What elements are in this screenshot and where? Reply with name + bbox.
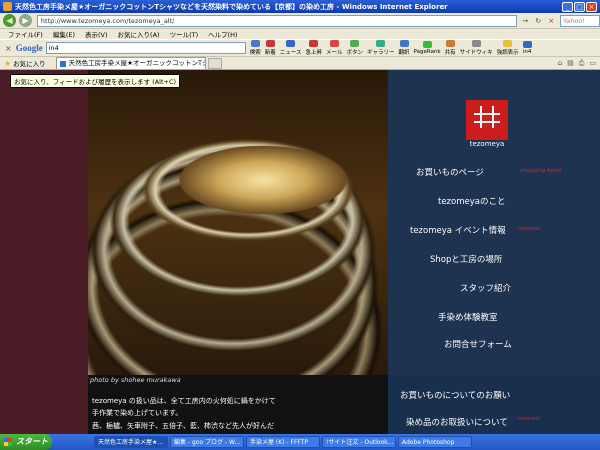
feeds-icon[interactable]: ▤ — [567, 59, 574, 68]
nav-events-badge: renewal — [518, 226, 540, 232]
favorites-tooltip: お気に入り、フィードおよび履歴を表示します (Alt+C) — [10, 74, 181, 88]
google-search-button[interactable]: 検索 — [250, 40, 261, 56]
nav-workshop[interactable]: 手染め体験教室 — [438, 311, 498, 323]
tool-mail[interactable]: メール — [326, 40, 343, 56]
window-title: 天然色工房手染メ屋★オーガニックコットンTシャツなどを天然染料で染めている【京都… — [15, 2, 448, 11]
minimize-button[interactable]: _ — [562, 1, 573, 12]
logo-text: tezomeya — [469, 140, 505, 148]
tool-highlight[interactable]: 強調表示 — [497, 40, 519, 56]
start-button[interactable]: スタート — [0, 434, 52, 450]
tool-buttons[interactable]: ボタン — [347, 40, 363, 56]
google-search-input[interactable]: in4 — [45, 42, 246, 54]
menu-help[interactable]: ヘルプ(H) — [208, 29, 237, 39]
task-photoshop[interactable]: Adobe Photoshop — [398, 436, 472, 448]
pots-photo — [88, 70, 388, 375]
task-ffftp[interactable]: 手染メ屋 (K) - FFFTP — [246, 436, 320, 448]
nav-staff[interactable]: スタッフ紹介 — [460, 282, 511, 294]
tool-new[interactable]: 新着 — [265, 40, 276, 56]
tool-news[interactable]: ニュース — [280, 40, 301, 56]
back-button[interactable]: ◀ — [3, 14, 16, 27]
nav-shopping[interactable]: お買いものページ — [416, 166, 484, 178]
tool-in4[interactable]: in4 — [522, 41, 532, 55]
nav-about[interactable]: tezomeyaのこと — [438, 195, 505, 207]
star-icon: ★ — [4, 58, 12, 68]
page-icon[interactable]: ▭ — [589, 59, 596, 68]
print-icon[interactable]: ⎙ — [579, 59, 585, 68]
nav-events[interactable]: tezomeya イベント情報 — [410, 224, 506, 236]
nav-shopping-request[interactable]: お買いものについてのお願い — [400, 389, 510, 401]
refresh-icon[interactable]: ↻ — [533, 16, 543, 26]
nav-care-badge: renewal — [518, 416, 540, 422]
tool-gallery[interactable]: ギャラリー — [367, 40, 395, 56]
home-icon[interactable]: ⌂ — [558, 59, 562, 68]
nav-contact[interactable]: お問合せフォーム — [444, 338, 512, 350]
close-toolbar-icon[interactable]: × — [5, 44, 12, 53]
tool-trending[interactable]: 急上昇 — [305, 40, 322, 56]
menu-edit[interactable]: 編集(E) — [53, 29, 75, 39]
body-line-2: 手作業で染め上げています。 — [92, 409, 183, 417]
tool-pagerank[interactable]: PageRank — [414, 41, 441, 55]
stop-icon[interactable]: × — [546, 16, 556, 26]
taskbar: スタート 天然色工房手染メ屋★... 編集 - goo ブログ - W... 手… — [0, 434, 600, 450]
tezomeya-logo[interactable] — [466, 100, 508, 140]
nav-care[interactable]: 染め品のお取扱いについて — [406, 416, 508, 428]
go-icon[interactable]: → — [520, 16, 530, 26]
menu-tools[interactable]: ツール(T) — [170, 29, 199, 39]
tool-share[interactable]: 共有 — [445, 40, 456, 56]
favorites-button[interactable]: ★ お気に入り — [4, 58, 46, 69]
photo-credit: photo by shohee murakawa — [90, 376, 181, 384]
search-input[interactable]: Yahoo! — [560, 14, 600, 27]
body-line-3: 茜、梔櫨、矢車附子、五倍子、藍、柿渋など先人が好んだ — [92, 422, 274, 430]
menu-favorites[interactable]: お気に入り(A) — [118, 29, 160, 39]
menu-view[interactable]: 表示(V) — [85, 29, 108, 39]
nav-shop-location[interactable]: Shopと工房の場所 — [430, 253, 502, 265]
maximize-button[interactable]: □ — [574, 1, 585, 12]
window-titlebar: 天然色工房手染メ屋★オーガニックコットンTシャツなどを天然染料で染めている【京都… — [0, 0, 600, 13]
close-button[interactable]: × — [586, 1, 597, 12]
address-bar[interactable]: http://www.tezomeya.com/tezomeya_alt/ — [36, 14, 518, 27]
tool-sidewiki[interactable]: サイドウィキ — [460, 40, 493, 56]
new-tab-button[interactable] — [207, 57, 222, 69]
task-ie[interactable]: 天然色工房手染メ屋★... — [94, 436, 168, 448]
google-logo: Google — [15, 43, 43, 53]
tool-translate[interactable]: 翻訳 — [399, 40, 410, 56]
tab-active[interactable]: 天然色工房手染メ屋★オーガニックコットンTシャツな... — [55, 57, 206, 69]
google-toolbar: × Google in4 検索 新着 ニュース 急上昇 メール ボタン ギャラリ… — [0, 39, 600, 57]
body-line-1: tezomeya の扱い品は、全て工房内の火何処に鍋をかけて — [92, 397, 276, 405]
left-column — [0, 70, 88, 434]
address-row: ◀ ▶ http://www.tezomeya.com/tezomeya_alt… — [0, 13, 600, 29]
task-outlook[interactable]: !サイト注文 - Outlook... — [322, 436, 396, 448]
tabs-row: ★ お気に入り 天然色工房手染メ屋★オーガニックコットンTシャツな... ⌂ ▤… — [0, 57, 600, 70]
ie-icon — [3, 2, 12, 11]
nav-shopping-badge: shopping here! — [520, 168, 562, 174]
forward-button[interactable]: ▶ — [18, 14, 32, 27]
menu-bar: ファイル(F) 編集(E) 表示(V) お気に入り(A) ツール(T) ヘルプ(… — [0, 29, 600, 39]
menu-file[interactable]: ファイル(F) — [8, 29, 43, 39]
quick-launch — [52, 434, 92, 450]
task-goo-blog[interactable]: 編集 - goo ブログ - W... — [170, 436, 244, 448]
